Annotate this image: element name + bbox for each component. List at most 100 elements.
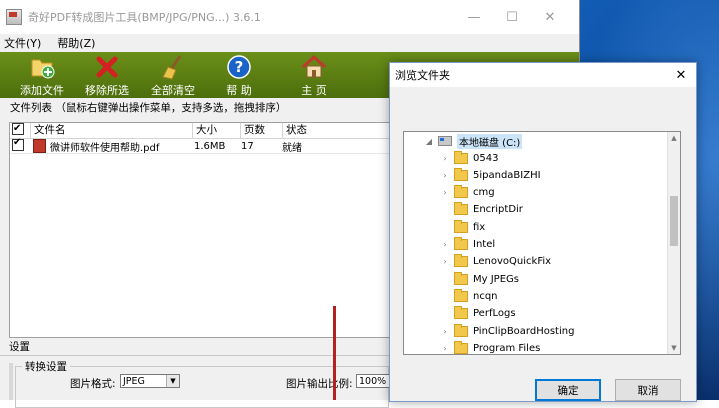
tree-node-folder[interactable]: › PinClipBoardHosting [440, 323, 574, 339]
folder-label: Program Files [473, 342, 541, 354]
red-annotation-line [333, 306, 336, 400]
scroll-up-icon[interactable]: ▲ [668, 132, 680, 144]
expand-arrow-icon[interactable]: › [440, 344, 450, 353]
header-pages[interactable]: 页数 [241, 123, 283, 138]
folder-icon [454, 323, 468, 337]
dialog-close-button[interactable]: ✕ [666, 63, 696, 87]
add-file-label: 添加文件 [20, 84, 64, 97]
format-label: 图片格式: [70, 378, 116, 390]
folder-icon [454, 237, 468, 250]
folder-label: cmg [473, 187, 495, 199]
divider [0, 355, 390, 356]
tree-node-folder[interactable]: EncriptDir [440, 202, 523, 218]
header-size[interactable]: 大小 [193, 123, 241, 138]
add-file-icon [29, 54, 55, 80]
minimize-button[interactable]: — [456, 0, 492, 34]
tree-node-folder[interactable]: › cmg [440, 185, 495, 201]
convert-settings-label: 转换设置 [22, 359, 70, 374]
add-file-button[interactable]: 添加文件 [10, 54, 74, 98]
remove-selected-button[interactable]: 移除所选 [75, 54, 139, 98]
menu-file[interactable]: 文件(Y) [4, 35, 41, 51]
row-checkbox[interactable] [12, 137, 24, 151]
tree-node-folder[interactable]: › 0543 [440, 150, 498, 166]
remove-selected-label: 移除所选 [85, 84, 129, 97]
drive-label: 本地磁盘 (C:) [457, 133, 523, 149]
folder-icon [454, 185, 468, 199]
expand-arrow-icon[interactable]: › [440, 154, 450, 163]
app-icon [6, 9, 22, 25]
folder-icon [454, 288, 468, 302]
ratio-label: 图片输出比例: [286, 378, 353, 390]
dialog-title-bar: 浏览文件夹 ✕ [390, 63, 696, 87]
folder-label: fix [473, 221, 486, 233]
folder-icon [454, 219, 468, 233]
remove-red-x-icon [94, 54, 120, 80]
folder-icon [454, 167, 468, 181]
folder-icon [454, 306, 468, 320]
format-value: JPEG [123, 376, 145, 387]
folder-tree[interactable]: ◢ 本地磁盘 (C:) › 0543 › 5ipandaBIZHI › cmg Encrip… [403, 131, 681, 355]
maximize-button[interactable]: ☐ [494, 0, 530, 34]
title-bar: 奇好PDF转成图片工具(BMP/JPG/PNG...) 3.6.1 — ☐ ✕ [0, 0, 579, 34]
folder-label: 0543 [473, 152, 499, 164]
chevron-down-icon[interactable]: ▼ [166, 375, 179, 387]
header-status[interactable]: 状态 [283, 123, 386, 138]
tree-node-folder[interactable]: › 5ipandaBIZHI [440, 167, 541, 183]
file-size: 1.6MB [194, 140, 226, 152]
scroll-down-icon[interactable]: ▼ [668, 342, 680, 354]
ratio-input[interactable]: 100% [356, 374, 390, 388]
tree-node-folder[interactable]: › LenovoQuickFix [440, 254, 551, 270]
dialog-title: 浏览文件夹 [395, 69, 450, 82]
folder-icon [454, 254, 468, 268]
scroll-thumb[interactable] [670, 196, 678, 246]
expand-arrow-icon[interactable]: › [440, 257, 450, 266]
expand-arrow-icon[interactable]: › [440, 327, 450, 336]
tree-node-folder[interactable]: › Program Files [440, 340, 541, 354]
tree-node-folder[interactable]: PerfLogs [440, 306, 516, 322]
header-name[interactable]: 文件名 [31, 123, 193, 138]
select-all-checkbox[interactable] [12, 121, 24, 136]
table-row[interactable]: 微讲师软件使用帮助.pdf 1.6MB 17 就绪 [10, 137, 391, 154]
cancel-button[interactable]: 取消 [615, 379, 681, 401]
file-list-header: 文件名 大小 页数 状态 [10, 121, 391, 139]
menu-bar: 文件(Y) 帮助(Z) [0, 34, 579, 52]
expand-arrow-icon[interactable]: › [440, 240, 450, 249]
home-button[interactable]: 主 页 [282, 54, 346, 98]
tree-node-folder[interactable]: fix [440, 219, 485, 235]
folder-label: Intel [473, 239, 496, 250]
tree-scrollbar[interactable]: ▲ ▼ [667, 132, 680, 354]
close-button[interactable]: ✕ [532, 0, 568, 34]
tree-node-folder[interactable]: › Intel [440, 237, 495, 253]
folder-label: LenovoQuickFix [473, 256, 552, 268]
clear-all-label: 全部清空 [151, 84, 195, 97]
folder-label: 5ipandaBIZHI [473, 169, 541, 181]
file-status: 就绪 [282, 142, 302, 154]
folder-icon [454, 340, 468, 354]
help-label: 帮 助 [226, 84, 252, 97]
pdf-file-icon [33, 139, 46, 153]
help-button[interactable]: ? 帮 助 [207, 54, 271, 98]
folder-icon [454, 150, 468, 164]
folder-label: EncriptDir [473, 204, 523, 216]
file-pages: 17 [241, 140, 254, 152]
home-icon [301, 54, 327, 80]
tree-node-drive[interactable]: ◢ 本地磁盘 (C:) [424, 133, 523, 149]
settings-scrollbar[interactable] [9, 363, 13, 400]
broom-icon [160, 54, 186, 80]
svg-text:?: ? [235, 58, 244, 76]
expanded-arrow-icon[interactable]: ◢ [424, 137, 434, 146]
expand-arrow-icon[interactable]: › [440, 188, 450, 197]
browse-folder-dialog: 浏览文件夹 ✕ ◢ 本地磁盘 (C:) › 0543 › 5ipandaBIZHI › c… [389, 62, 697, 402]
file-name: 微讲师软件使用帮助.pdf [50, 142, 160, 154]
tree-node-folder[interactable]: My JPEGs [440, 271, 519, 287]
clear-all-button[interactable]: 全部清空 [141, 54, 205, 98]
menu-help[interactable]: 帮助(Z) [57, 35, 95, 51]
tree-node-folder[interactable]: ncqn [440, 288, 498, 304]
drive-icon [438, 136, 452, 146]
ok-button[interactable]: 确定 [535, 379, 601, 401]
help-question-icon: ? [226, 54, 252, 80]
format-select[interactable]: JPEG ▼ [120, 374, 180, 388]
expand-arrow-icon[interactable]: › [440, 171, 450, 180]
folder-icon [454, 271, 468, 285]
folder-label: ncqn [473, 290, 498, 302]
